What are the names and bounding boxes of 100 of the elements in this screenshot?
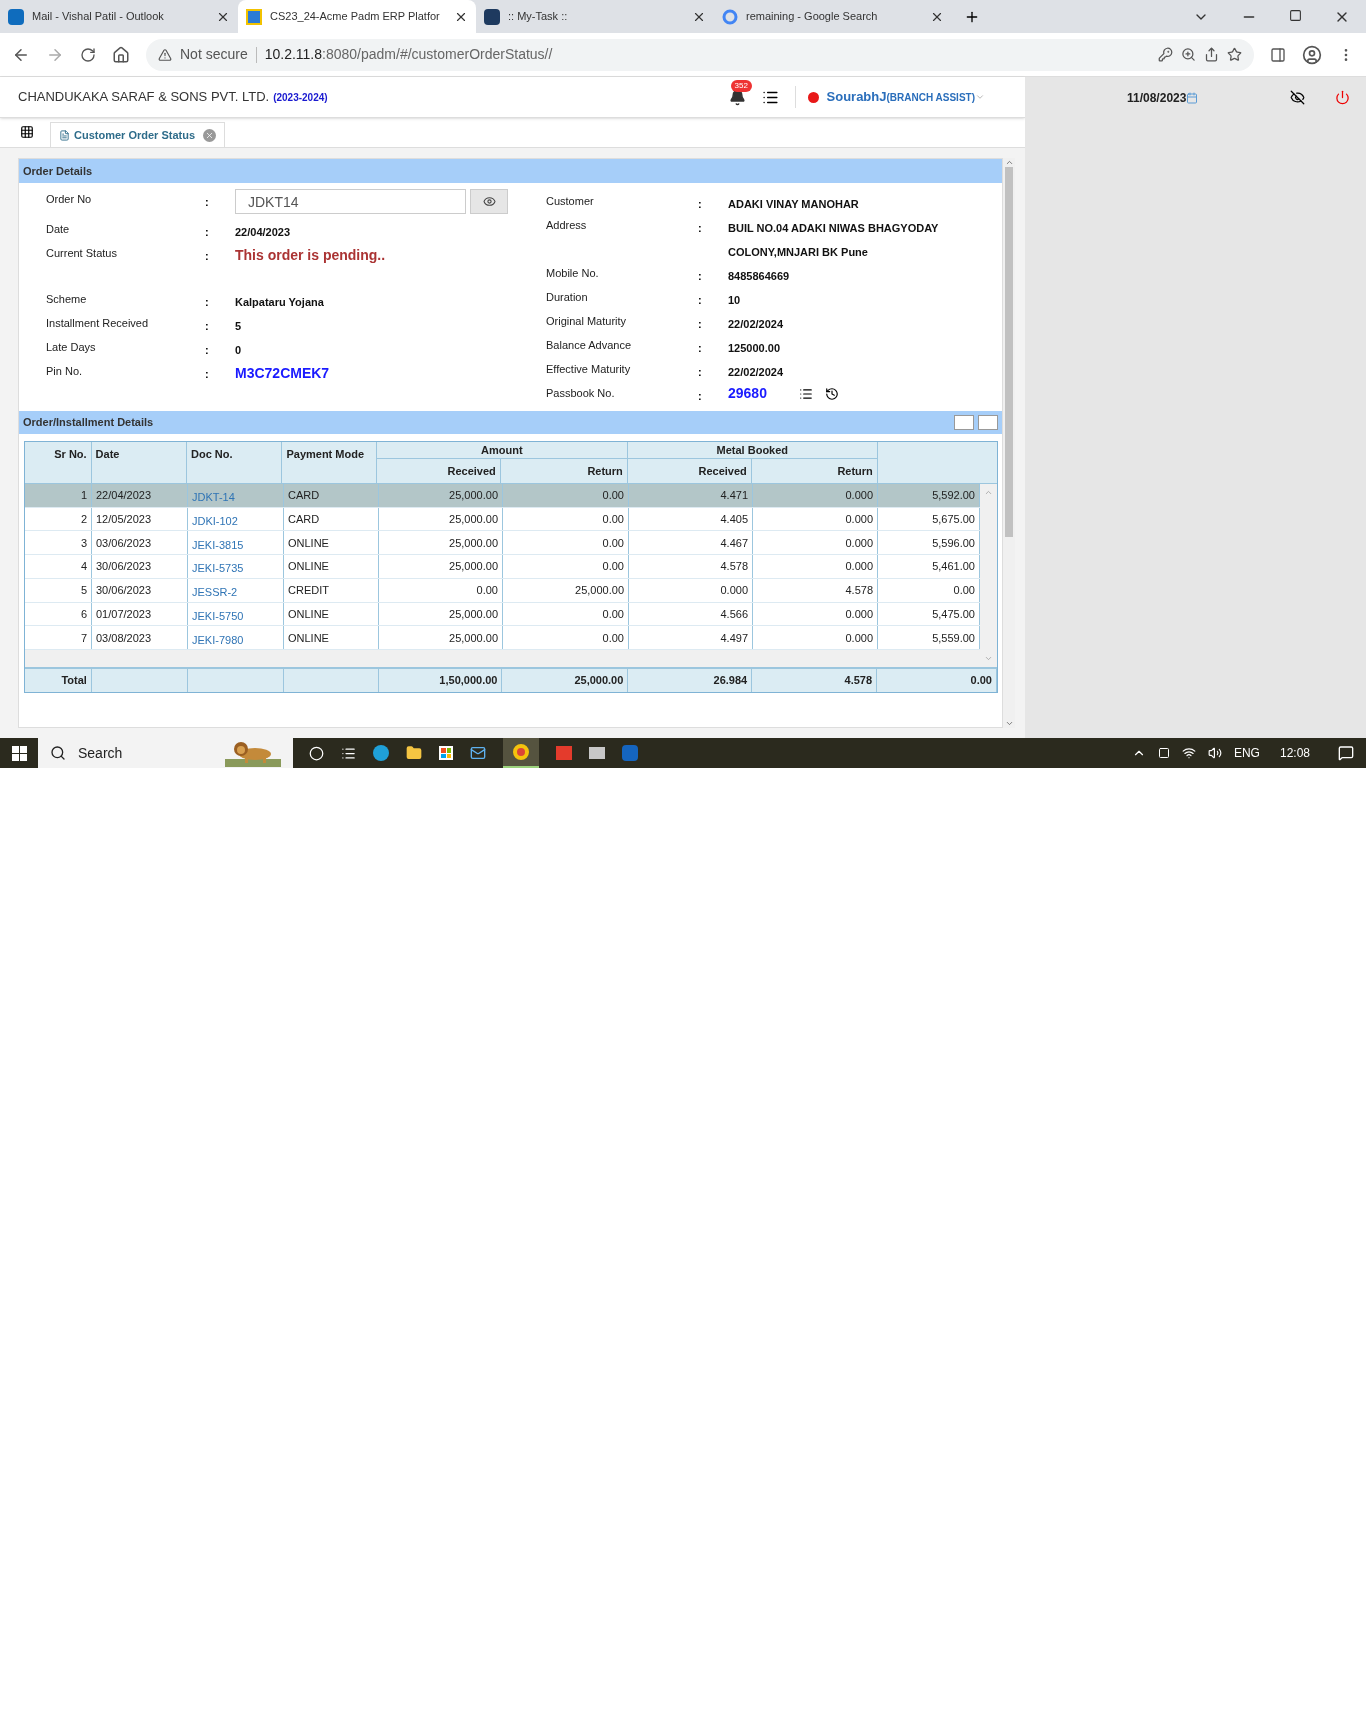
network-icon[interactable]: [1181, 746, 1196, 760]
colon: :: [205, 344, 209, 356]
list-icon[interactable]: [798, 386, 813, 401]
field-label: Mobile No.: [546, 266, 600, 281]
total-cell: 25,000.00: [502, 669, 629, 692]
language-indicator[interactable]: ENG: [1233, 744, 1260, 762]
address-bar[interactable]: Not secure 10.2.11.8:8080/padm/#/customerOrderStatus//: [146, 38, 1254, 71]
power-icon[interactable]: [1335, 90, 1350, 105]
folder-icon[interactable]: [406, 745, 422, 761]
total-cell: 4.578: [752, 669, 878, 692]
field-value: 125000.00: [728, 342, 780, 354]
new-tab-icon[interactable]: [964, 9, 980, 25]
colon: :: [698, 198, 702, 210]
colon: :: [205, 296, 209, 308]
page-icon: [59, 129, 70, 141]
colon: :: [698, 318, 702, 330]
table-cell: 4.471: [629, 484, 753, 507]
doc-link[interactable]: JDKI-102: [192, 508, 238, 530]
table-cell: 03/08/2023: [92, 626, 188, 650]
total-cell: 26.984: [628, 669, 753, 692]
doc-link[interactable]: JEKI-7980: [192, 627, 244, 648]
table-cell: 01/07/2023: [92, 602, 188, 626]
field-value: 22/02/2024: [728, 318, 784, 330]
scroll-down-icon[interactable]: [1004, 719, 1014, 728]
notification-icon[interactable]: [1338, 745, 1354, 761]
table-cell: 0.00: [503, 626, 629, 650]
cortana-icon[interactable]: [309, 745, 324, 761]
doc-link[interactable]: JEKI-5735: [192, 556, 244, 577]
field-value: BUIL NO.04 ADAKI NIWAS BHAGYODAY COLONY,MNJARI BK Pune: [728, 222, 939, 258]
table-cell: 4: [25, 555, 92, 578]
reload-icon[interactable]: [80, 46, 96, 63]
task-view-icon[interactable]: [341, 745, 356, 761]
table-cell: 2: [25, 507, 92, 531]
doc-link[interactable]: JESSR-2: [192, 580, 238, 601]
table-row[interactable]: 2 12/05/2023 JDKI-102 CARD 25,000.00 0.00 4.405 0.000 5,675.00: [25, 507, 980, 532]
taskbar-search[interactable]: Search: [38, 738, 293, 768]
key-icon[interactable]: [1158, 47, 1173, 62]
apps-icon[interactable]: [20, 125, 34, 139]
tab-title: CS23_24-Acme Padm ERP Platfor: [270, 9, 441, 25]
field-value: 10: [728, 294, 741, 306]
doc-link[interactable]: JEKI-3815: [192, 532, 244, 554]
table-cell: 25,000.00: [379, 531, 503, 555]
device-icon[interactable]: [1157, 747, 1170, 759]
browser-tab[interactable]: remaining - Google Search: [714, 0, 952, 33]
table-cell: 0.00: [503, 555, 629, 578]
table-cell: 0.000: [753, 602, 878, 626]
table-cell: 0.000: [753, 555, 878, 578]
history-icon[interactable]: [824, 386, 839, 401]
tab-title: Mail - Vishal Patil - Outlook: [32, 9, 165, 25]
field-value: Kalpataru Yojana: [235, 296, 324, 308]
scroll-up-icon[interactable]: [1004, 158, 1014, 167]
table-cell: 6: [25, 602, 92, 626]
caret-icon: [975, 92, 985, 102]
pin-value: M3C72CMEK7: [235, 365, 330, 381]
table-row[interactable]: 7 03/08/2023 JEKI-7980 ONLINE 25,000.00 0.00 4.497 0.000 5,559.00: [25, 626, 980, 651]
field-label: Passbook No.: [546, 386, 616, 401]
table-cell: 25,000.00: [379, 602, 503, 626]
table-row[interactable]: 5 30/06/2023 JESSR-2 CREDIT 0.00 25,000.00 0.000 4.578 0.00: [25, 578, 980, 603]
column-header: Received: [376, 459, 501, 483]
restore-icon[interactable]: [1289, 9, 1302, 22]
table-row[interactable]: 4 30/06/2023 JEKI-5735 ONLINE 25,000.00 0.00 4.578 0.000 5,461.00: [25, 555, 980, 579]
side-panel-icon[interactable]: [1270, 46, 1286, 63]
table-row[interactable]: 1 22/04/2023 JDKT-14 CARD 25,000.00 0.00 4.471 0.000 5,592.00: [25, 484, 980, 508]
eye-icon: [482, 195, 496, 208]
table-cell: ONLINE: [284, 602, 379, 626]
table-cell: 30/06/2023: [92, 555, 188, 578]
store-icon[interactable]: [439, 746, 453, 760]
user-menu[interactable]: SourabhJ(BRANCH ASSIST): [826, 87, 985, 107]
mail-icon[interactable]: [470, 745, 486, 761]
zoom-icon[interactable]: [1181, 47, 1196, 62]
group-header: Metal Booked: [627, 442, 877, 459]
table-cell: ONLINE: [284, 555, 379, 578]
clock[interactable]: 12:08: [1279, 744, 1310, 762]
table-row[interactable]: 3 03/06/2023 JEKI-3815 ONLINE 25,000.00 0.00 4.467 0.000 5,596.00: [25, 531, 980, 556]
browser-tab[interactable]: :: My-Task ::: [476, 0, 714, 33]
field-label: Date: [46, 222, 71, 237]
eye-off-icon[interactable]: [1290, 90, 1305, 105]
total-cell: 0.00: [877, 669, 997, 692]
table-cell: 3: [25, 531, 92, 555]
chrome-icon[interactable]: [513, 744, 529, 760]
tab-title: :: My-Task ::: [508, 9, 569, 25]
profile-icon[interactable]: [1302, 44, 1322, 65]
table-cell: 12/05/2023: [92, 507, 188, 531]
share-icon[interactable]: [1204, 47, 1219, 62]
edge-icon[interactable]: [373, 745, 389, 761]
order-no-field[interactable]: JDKT14: [235, 189, 466, 214]
browser-tab[interactable]: CS23_24-Acme Padm ERP Platfor: [238, 0, 476, 33]
windows-icon[interactable]: [11, 745, 27, 761]
browser-tab[interactable]: Mail - Vishal Patil - Outlook: [0, 0, 238, 33]
table-row[interactable]: 6 01/07/2023 JEKI-5750 ONLINE 25,000.00 0.00 4.566 0.000 5,475.00: [25, 602, 980, 627]
google-icon: [722, 8, 738, 25]
doc-link[interactable]: JEKI-5750: [192, 603, 244, 625]
page-tab[interactable]: Customer Order Status: [50, 122, 226, 147]
horizontal-scrollbar[interactable]: [25, 650, 980, 667]
home-icon[interactable]: [112, 45, 130, 64]
view-button[interactable]: [470, 189, 508, 214]
field-label: Customer: [546, 194, 595, 209]
field-label: Late Days: [46, 340, 97, 355]
star-icon[interactable]: [1227, 47, 1242, 62]
volume-icon[interactable]: [1207, 746, 1222, 760]
